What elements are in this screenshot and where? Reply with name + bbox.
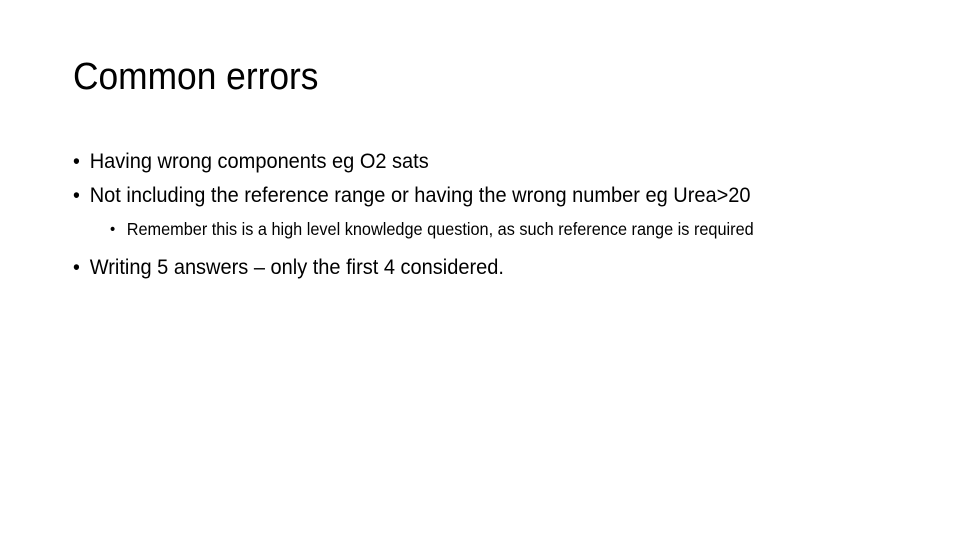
slide-body: • Having wrong components eg O2 sats • N… [73,146,873,286]
bullet-text: Having wrong components eg O2 sats [89,149,429,173]
bullet-text: Writing 5 answers – only the first 4 con… [89,255,504,279]
bullet-text: Remember this is a high level knowledge … [126,219,754,239]
sub-bullet-item: • Remember this is a high level knowledg… [110,217,820,242]
bullet-icon: • [73,184,80,207]
bullet-icon: • [73,150,80,173]
bullet-item: • Writing 5 answers – only the first 4 c… [73,252,817,283]
bullet-icon: • [110,221,116,238]
bullet-text: Not including the reference range or hav… [89,183,751,207]
slide-title: Common errors [73,56,319,98]
bullet-icon: • [73,256,80,279]
bullet-item: • Having wrong components eg O2 sats [73,146,817,177]
bullet-item: • Not including the reference range or h… [73,180,817,211]
